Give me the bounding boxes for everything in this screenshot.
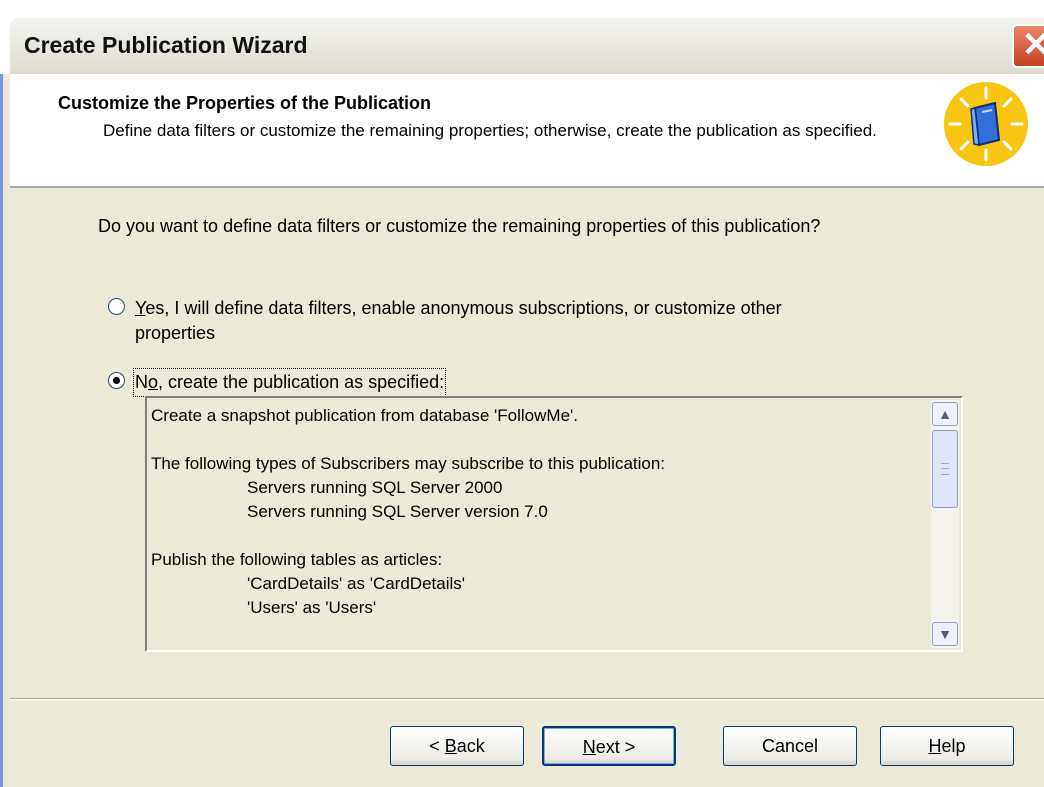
scroll-up-button[interactable]: ▲ <box>932 402 958 426</box>
window-title: Create Publication Wizard <box>24 32 308 58</box>
help-button[interactable]: Help <box>880 726 1014 766</box>
summary-line: 'Users' as 'Users' <box>247 598 377 617</box>
summary-blank-line <box>151 524 911 548</box>
option-customize-text-line2: properties <box>135 323 216 343</box>
summary-line: Servers running SQL Server version 7.0 <box>247 502 548 521</box>
next-mnemonic: N <box>582 737 596 757</box>
header-title: Customize the Properties of the Publicat… <box>58 93 432 113</box>
back-prefix: < <box>429 736 445 756</box>
back-mnemonic: B <box>444 736 457 756</box>
help-label: elp <box>941 736 966 756</box>
grip-icon <box>941 463 949 475</box>
header-description: Define data filters or customize the rem… <box>103 121 877 140</box>
wizard-content: Do you want to define data filters or cu… <box>10 188 1044 787</box>
publication-summary-box[interactable]: Create a snapshot publication from datab… <box>145 396 963 652</box>
radio-selected-dot <box>113 377 120 384</box>
next-button[interactable]: Next > <box>542 726 676 766</box>
radio-create[interactable] <box>108 372 125 389</box>
option-customize-label[interactable]: Yes, I will define data filters, enable … <box>135 296 782 346</box>
radio-customize[interactable] <box>108 298 125 315</box>
option-create-text: , create the publication as specified: <box>158 372 445 392</box>
summary-blank-line <box>151 428 911 452</box>
summary-line: 'CardDetails' as 'CardDetails' <box>247 574 466 593</box>
scroll-down-button[interactable]: ▼ <box>932 622 958 646</box>
cancel-button[interactable]: Cancel <box>723 726 857 766</box>
wizard-window: Create Publication Wizard ✕ Customize th… <box>0 0 1044 787</box>
option-create-prefix: N <box>135 372 148 392</box>
summary-line: Servers running SQL Server 2000 <box>247 478 503 497</box>
option-create-label[interactable]: No, create the publication as specified: <box>132 368 447 397</box>
chevron-down-icon: ▼ <box>938 626 952 642</box>
mnemonic-y: Y <box>135 298 146 318</box>
back-button[interactable]: < Back <box>390 726 524 766</box>
close-icon: ✕ <box>1021 26 1044 64</box>
mnemonic-o: o <box>148 372 159 392</box>
button-divider <box>10 698 1044 700</box>
wizard-book-icon <box>944 82 1028 166</box>
next-label: ext > <box>595 737 636 757</box>
scroll-thumb[interactable] <box>932 430 958 508</box>
close-button[interactable]: ✕ <box>1012 24 1044 68</box>
summary-line: The following types of Subscribers may s… <box>151 454 666 473</box>
summary-scrollbar[interactable]: ▲ ▼ <box>931 400 959 648</box>
back-label: ack <box>456 736 485 756</box>
chevron-up-icon: ▲ <box>938 406 952 422</box>
cancel-label: Cancel <box>761 736 819 756</box>
summary-text: Create a snapshot publication from datab… <box>151 404 911 620</box>
help-mnemonic: H <box>928 736 942 756</box>
option-customize-text: es, I will define data filters, enable a… <box>145 298 782 318</box>
wizard-header: Customize the Properties of the Publicat… <box>10 74 1044 188</box>
summary-line: Create a snapshot publication from datab… <box>151 406 579 425</box>
question-text: Do you want to define data filters or cu… <box>98 216 821 236</box>
summary-line: Publish the following tables as articles… <box>151 550 443 569</box>
title-bar[interactable]: Create Publication Wizard ✕ <box>10 18 1044 75</box>
